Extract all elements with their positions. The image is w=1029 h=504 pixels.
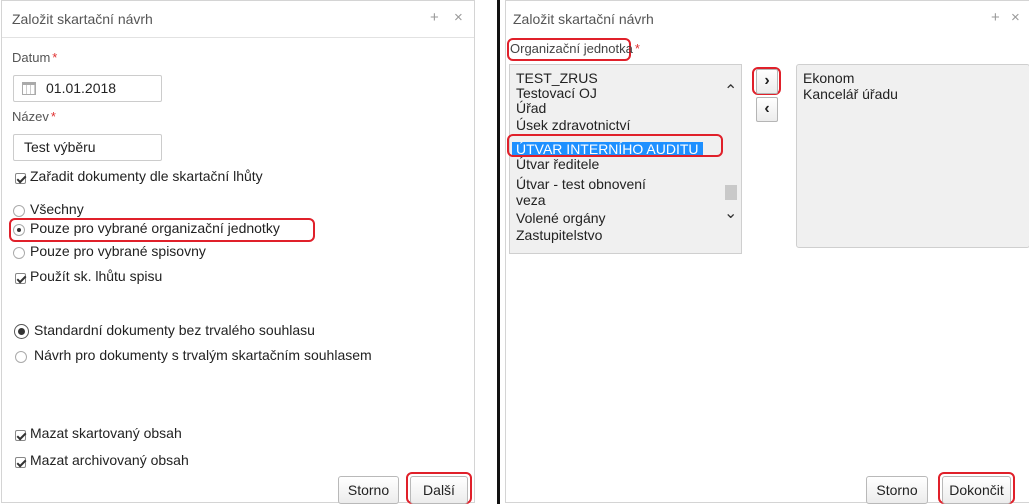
list-item[interactable]: Útvar ředitele: [516, 157, 599, 172]
dalsi-button[interactable]: Další: [410, 476, 468, 504]
datum-label: Datum *: [12, 50, 58, 65]
close-icon[interactable]: ×: [454, 9, 463, 26]
dialog-title: Založit skartační návrh: [12, 11, 153, 27]
scroll-down-icon[interactable]: ⌄: [724, 203, 737, 223]
zaradit-checkbox[interactable]: [15, 173, 26, 184]
storno-button[interactable]: Storno: [338, 476, 399, 504]
list-item[interactable]: Volené orgány: [516, 211, 606, 226]
mazat-skart-label: Mazat skartovaný obsah: [30, 425, 182, 441]
close-icon[interactable]: ×: [1011, 9, 1020, 26]
scroll-up-icon[interactable]: ⌃: [724, 81, 737, 101]
highlight-selected-item: [507, 134, 723, 157]
chosen-org-units-list[interactable]: Ekonom Kancelář úřadu: [796, 64, 1029, 248]
create-proposal-dialog-step2: Založit skartační návrh + × Organizační …: [505, 0, 1029, 504]
dialog-title: Založit skartační návrh: [513, 11, 654, 27]
radio-navrh[interactable]: [15, 351, 27, 363]
pouzit-checkbox[interactable]: [15, 273, 26, 284]
dokoncit-button[interactable]: Dokončit: [942, 476, 1011, 504]
list-item[interactable]: Zastupitelstvo: [516, 228, 602, 243]
screenshot-separator: [497, 0, 500, 504]
datum-value: 01.01.2018: [46, 80, 117, 96]
radio-org-units[interactable]: [13, 224, 25, 236]
list-item[interactable]: Testovací OJ: [516, 86, 597, 101]
radio-vsechny-label: Všechny: [30, 201, 84, 217]
available-org-units-list[interactable]: TEST_ZRUS Testovací OJ Úřad Úsek zdravot…: [509, 64, 742, 254]
mazat-archiv-label: Mazat archivovaný obsah: [30, 452, 189, 468]
pouzit-label: Použít sk. lhůtu spisu: [30, 268, 163, 284]
move-right-button[interactable]: ›: [756, 69, 778, 94]
radio-standard-label: Standardní dokumenty bez trvalého souhla…: [34, 322, 315, 338]
radio-standard[interactable]: [14, 324, 29, 339]
zaradit-label: Zařadit dokumenty dle skartační lhůty: [30, 168, 263, 184]
list-item[interactable]: Útvar - test obnovení: [516, 177, 646, 192]
list-item[interactable]: Ekonom: [803, 71, 854, 86]
mazat-skart-checkbox[interactable]: [15, 430, 26, 441]
nazev-label: Název *: [12, 109, 56, 124]
radio-spisovny[interactable]: [13, 247, 25, 259]
mazat-archiv-checkbox[interactable]: [15, 457, 26, 468]
radio-spisovny-label: Pouze pro vybrané spisovny: [30, 243, 206, 259]
maximize-icon[interactable]: +: [430, 9, 439, 26]
org-unit-label: Organizační jednotka *: [510, 41, 640, 56]
list-item[interactable]: Úřad: [516, 101, 546, 116]
title-divider: [2, 37, 474, 38]
list-item[interactable]: Úsek zdravotnictví: [516, 118, 630, 133]
create-proposal-dialog-step1: Založit skartační návrh + × Datum * 01.01…: [1, 0, 475, 504]
calendar-icon[interactable]: [22, 82, 36, 95]
list-item[interactable]: Kancelář úřadu: [803, 87, 898, 102]
radio-vsechny[interactable]: [13, 205, 25, 217]
scrollbar-thumb[interactable]: [725, 185, 737, 200]
radio-navrh-label: Návrh pro dokumenty s trvalým skartačním…: [34, 347, 372, 363]
datum-field[interactable]: 01.01.2018: [13, 75, 162, 102]
nazev-field[interactable]: Test výběru: [13, 134, 162, 161]
radio-org-units-label: Pouze pro vybrané organizační jednotky: [30, 220, 280, 236]
storno-button[interactable]: Storno: [866, 476, 928, 504]
list-item[interactable]: TEST_ZRUS: [516, 71, 598, 86]
move-left-button[interactable]: ‹: [756, 97, 778, 122]
nazev-value: Test výběru: [24, 139, 96, 155]
list-item[interactable]: veza: [516, 193, 546, 208]
maximize-icon[interactable]: +: [991, 9, 1000, 26]
